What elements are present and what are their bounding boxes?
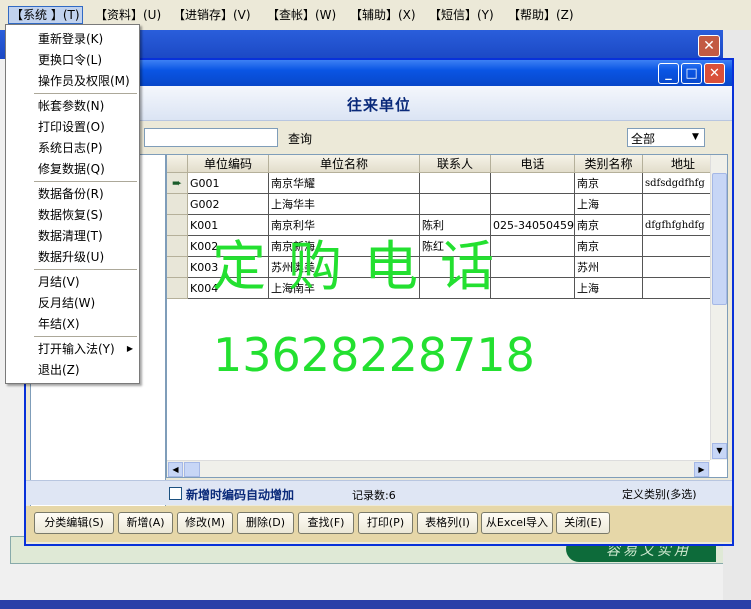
col-header-contact[interactable]: 联系人 bbox=[419, 155, 491, 173]
menu-separator bbox=[34, 93, 137, 94]
vertical-scrollbar[interactable]: ▼ bbox=[710, 155, 727, 460]
vertical-scroll-thumb[interactable] bbox=[712, 173, 727, 305]
partners-grid[interactable]: 单位编码 单位名称 联系人 电话 类别名称 地址 ➨ G001 南京华耀 南京 … bbox=[166, 154, 728, 478]
menu-item-relogin[interactable]: 重新登录(K) bbox=[6, 29, 139, 49]
menu-item-repair-data[interactable]: 修复数据(Q) bbox=[6, 159, 139, 179]
row-selector[interactable] bbox=[167, 193, 188, 215]
table-row[interactable]: G002 上海华丰 上海 bbox=[167, 193, 724, 215]
menu-separator bbox=[34, 269, 137, 270]
button-bar: 分类编辑(S) 新增(A) 修改(M) 删除(D) 查找(F) 打印(P) 表格… bbox=[26, 506, 732, 542]
columns-button[interactable]: 表格列(I) bbox=[417, 512, 478, 534]
menu-item-change-password[interactable]: 更换口令(L) bbox=[6, 50, 139, 70]
close-dialog-button[interactable]: 关闭(E) bbox=[556, 512, 610, 534]
menu-item-system-log[interactable]: 系统日志(P) bbox=[6, 138, 139, 158]
menu-item-year-close[interactable]: 年结(X) bbox=[6, 314, 139, 334]
menu-inventory[interactable]: 【进销存】(V) bbox=[173, 7, 251, 23]
cell-category[interactable]: 上海 bbox=[574, 277, 643, 299]
scroll-left-icon[interactable]: ◀ bbox=[168, 462, 183, 477]
cell-name[interactable]: 南京华耀 bbox=[268, 172, 420, 194]
menu-system[interactable]: 【系统 】(T) bbox=[8, 6, 83, 24]
cell-contact[interactable] bbox=[419, 172, 491, 194]
row-selector-header bbox=[167, 155, 188, 173]
minimize-button[interactable]: _ bbox=[658, 63, 679, 84]
add-button[interactable]: 新增(A) bbox=[118, 512, 173, 534]
table-row[interactable]: ➨ G001 南京华耀 南京 sdfsdgdfhfg bbox=[167, 172, 724, 194]
chevron-down-icon[interactable]: ▼ bbox=[687, 129, 704, 146]
menu-sms[interactable]: 【短信】(Y) bbox=[429, 7, 494, 23]
filter-select[interactable]: 全部 ▼ bbox=[627, 128, 705, 147]
col-header-name[interactable]: 单位名称 bbox=[268, 155, 420, 173]
row-selector[interactable] bbox=[167, 214, 188, 236]
menu-item-input-method[interactable]: 打开输入法(Y) ▶ bbox=[6, 339, 139, 359]
record-count: 记录数:6 bbox=[352, 489, 396, 502]
cell-category[interactable]: 上海 bbox=[574, 193, 643, 215]
scroll-down-icon[interactable]: ▼ bbox=[712, 443, 727, 459]
category-edit-button[interactable]: 分类编辑(S) bbox=[34, 512, 114, 534]
cell-category[interactable]: 南京 bbox=[574, 172, 643, 194]
row-selector[interactable] bbox=[167, 256, 188, 278]
cell-phone[interactable] bbox=[490, 172, 575, 194]
menu-item-month-reopen[interactable]: 反月结(W) bbox=[6, 293, 139, 313]
import-excel-button[interactable]: 从Excel导入 bbox=[481, 512, 553, 534]
edit-button[interactable]: 修改(M) bbox=[177, 512, 233, 534]
auto-code-label[interactable]: 新增时编码自动增加 bbox=[186, 486, 294, 503]
cell-code[interactable]: G001 bbox=[187, 172, 269, 194]
menu-item-account-params[interactable]: 帐套参数(N) bbox=[6, 96, 139, 116]
menu-separator bbox=[34, 336, 137, 337]
cell-category[interactable]: 南京 bbox=[574, 235, 643, 257]
cell-name[interactable]: 上海华丰 bbox=[268, 193, 420, 215]
menu-accounts[interactable]: 【查帐】(W) bbox=[267, 7, 336, 23]
menu-help[interactable]: 【帮助】(Z) bbox=[508, 7, 574, 23]
menu-data[interactable]: 【资料】(U) bbox=[95, 7, 161, 23]
menu-item-backup[interactable]: 数据备份(R) bbox=[6, 184, 139, 204]
watermark-title: 定购电话 bbox=[212, 235, 516, 298]
col-header-category[interactable]: 类别名称 bbox=[574, 155, 643, 173]
menu-item-month-close[interactable]: 月结(V) bbox=[6, 272, 139, 292]
grid-header-row: 单位编码 单位名称 联系人 电话 类别名称 地址 bbox=[167, 155, 724, 173]
auto-code-checkbox[interactable] bbox=[169, 487, 182, 500]
menu-item-cleanup[interactable]: 数据清理(T) bbox=[6, 226, 139, 246]
cell-category[interactable]: 南京 bbox=[574, 214, 643, 236]
submenu-arrow-icon: ▶ bbox=[126, 344, 133, 353]
system-menu: 重新登录(K) 更换口令(L) 操作员及权限(M) 帐套参数(N) 打印设置(O… bbox=[5, 24, 140, 384]
menu-item-exit[interactable]: 退出(Z) bbox=[6, 360, 139, 380]
status-row: 新增时编码自动增加 记录数:6 定义类别(多选) bbox=[26, 480, 732, 505]
taskbar-edge bbox=[0, 600, 751, 609]
cell-code[interactable]: G002 bbox=[187, 193, 269, 215]
col-header-phone[interactable]: 电话 bbox=[490, 155, 575, 173]
background-close-button[interactable]: ✕ bbox=[698, 35, 720, 57]
delete-button[interactable]: 删除(D) bbox=[237, 512, 294, 534]
watermark-phone: 13628228718 bbox=[213, 328, 535, 382]
find-button[interactable]: 查找(F) bbox=[298, 512, 354, 534]
scroll-right-icon[interactable]: ▶ bbox=[694, 462, 709, 477]
cell-contact[interactable] bbox=[419, 193, 491, 215]
menu-tools[interactable]: 【辅助】(X) bbox=[350, 7, 416, 23]
menu-item-restore[interactable]: 数据恢复(S) bbox=[6, 205, 139, 225]
menu-separator bbox=[34, 181, 137, 182]
print-button[interactable]: 打印(P) bbox=[358, 512, 413, 534]
filter-select-value: 全部 bbox=[631, 132, 656, 146]
col-header-code[interactable]: 单位编码 bbox=[187, 155, 269, 173]
menu-item-upgrade[interactable]: 数据升级(U) bbox=[6, 247, 139, 267]
search-input[interactable] bbox=[144, 128, 278, 147]
current-row-arrow-icon: ➨ bbox=[167, 172, 188, 194]
row-selector[interactable] bbox=[167, 235, 188, 257]
search-button[interactable]: 查询 bbox=[288, 130, 312, 147]
horizontal-scroll-thumb[interactable] bbox=[184, 462, 200, 477]
define-category-link[interactable]: 定义类别(多选) bbox=[622, 486, 697, 502]
close-button[interactable]: ✕ bbox=[704, 63, 725, 84]
horizontal-scrollbar[interactable]: ◀ ▶ bbox=[167, 460, 710, 477]
menu-item-operators[interactable]: 操作员及权限(M) bbox=[6, 71, 139, 91]
row-selector[interactable] bbox=[167, 277, 188, 299]
menu-item-print-settings[interactable]: 打印设置(O) bbox=[6, 117, 139, 137]
cell-phone[interactable] bbox=[490, 193, 575, 215]
cell-category[interactable]: 苏州 bbox=[574, 256, 643, 278]
maximize-button[interactable]: □ bbox=[681, 63, 702, 84]
